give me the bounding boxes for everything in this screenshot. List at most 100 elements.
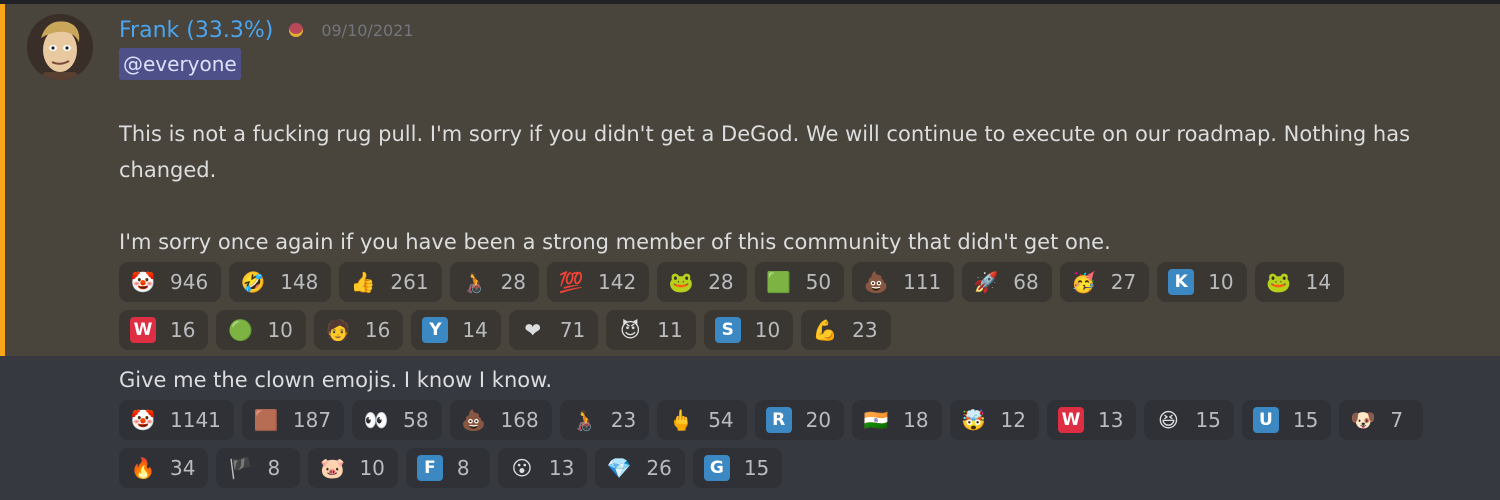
reaction-button[interactable]: 💪 23 bbox=[801, 310, 891, 350]
reaction-count: 8 bbox=[267, 456, 281, 480]
reaction-button[interactable]: 😈 11 bbox=[606, 310, 696, 350]
letter-r-emoji: R bbox=[765, 407, 792, 433]
reaction-button[interactable]: S 10 bbox=[703, 310, 794, 350]
person-orange-emoji: 🧑 bbox=[325, 318, 351, 342]
letter-y-emoji: Y bbox=[422, 317, 449, 343]
reaction-count: 14 bbox=[462, 318, 488, 342]
reaction-count: 11 bbox=[657, 318, 683, 342]
reaction-button[interactable]: 🚀 68 bbox=[962, 262, 1052, 302]
pepe-custom-emoji: 🐸 bbox=[668, 270, 694, 294]
reaction-count: 58 bbox=[403, 408, 429, 432]
reaction-count: 1141 bbox=[170, 408, 221, 432]
user-avatar[interactable] bbox=[27, 14, 93, 80]
reaction-button[interactable]: 🤡 946 bbox=[119, 262, 222, 302]
message-paragraph-1: This is not a fucking rug pull. I'm sorr… bbox=[119, 122, 1411, 182]
partying-face-emoji: 🥳 bbox=[1071, 270, 1097, 294]
avatar-cartoon-icon bbox=[27, 14, 93, 80]
reaction-button[interactable]: W 13 bbox=[1047, 400, 1137, 440]
reaction-button[interactable]: ❤ 71 bbox=[508, 310, 599, 350]
reaction-button[interactable]: 🧑‍🦽 28 bbox=[449, 262, 540, 302]
reaction-count: 261 bbox=[390, 270, 429, 294]
reaction-button[interactable]: F8 bbox=[405, 448, 490, 488]
reaction-button[interactable]: 🔥 34 bbox=[119, 448, 209, 488]
letter-f-emoji: F bbox=[416, 455, 443, 481]
role-badge-icon[interactable] bbox=[289, 23, 304, 37]
middle-finger-emoji: 🖕 bbox=[668, 408, 694, 432]
letter-k-emoji: K bbox=[1168, 269, 1195, 295]
reaction-count: 15 bbox=[743, 456, 770, 480]
reaction-button[interactable]: K 10 bbox=[1157, 262, 1247, 302]
reaction-button[interactable]: 🇮🇳 18 bbox=[852, 400, 942, 440]
reaction-count: 34 bbox=[170, 456, 196, 480]
reaction-button[interactable]: 🧑‍🦽 23 bbox=[559, 400, 650, 440]
custom-face-emoji: 🟫 bbox=[253, 408, 279, 432]
reaction-count: 10 bbox=[359, 456, 385, 480]
reaction-count: 16 bbox=[170, 318, 196, 342]
reaction-count: 13 bbox=[1098, 408, 1124, 432]
reaction-button[interactable]: W 16 bbox=[119, 310, 209, 350]
reaction-button[interactable]: 😮 13 bbox=[497, 448, 588, 488]
red-heart-emoji: ❤ bbox=[524, 318, 542, 342]
reaction-count: 20 bbox=[805, 408, 832, 432]
everyone-mention[interactable]: @everyone bbox=[119, 48, 241, 80]
reaction-button[interactable]: 🥳 27 bbox=[1059, 262, 1150, 302]
smiling-imp-emoji: 😈 bbox=[619, 318, 641, 342]
reaction-button[interactable]: 🐸 14 bbox=[1254, 262, 1345, 302]
reaction-count: 54 bbox=[708, 408, 734, 432]
letter-w-emoji: W bbox=[1058, 407, 1084, 433]
green-custom-emoji: 🟩 bbox=[766, 270, 792, 294]
reaction-button[interactable]: 🤡 1141 bbox=[119, 400, 234, 440]
custom-red-emoji: 🏴 bbox=[228, 456, 253, 480]
reaction-button[interactable]: Y 14 bbox=[411, 310, 501, 350]
reaction-button[interactable]: 🟢 10 bbox=[216, 310, 306, 350]
reaction-button[interactable]: 🐶 7 bbox=[1339, 400, 1424, 440]
reaction-button[interactable]: U 15 bbox=[1241, 400, 1332, 440]
clown-emoji: 🤡 bbox=[130, 270, 156, 294]
reaction-button[interactable]: 🏴 8 bbox=[216, 448, 301, 488]
reaction-button[interactable]: 🐷 10 bbox=[308, 448, 398, 488]
rocket-emoji: 🚀 bbox=[973, 270, 999, 294]
reaction-button[interactable]: 🧑 16 bbox=[313, 310, 404, 350]
followup-message-text: Give me the clown emojis. I know I know. bbox=[119, 368, 553, 392]
reaction-button[interactable]: 💎 26 bbox=[595, 448, 685, 488]
reaction-button[interactable]: 💯 142 bbox=[547, 262, 650, 302]
reaction-count: 26 bbox=[646, 456, 672, 480]
reaction-bar-message-1: 🤡 946 🤣 148 👍 261 🧑‍🦽 28 💯 142 🐸 28 🟩 50 💩 111 🚀 68 🥳 27 K 10… bbox=[119, 262, 1419, 350]
reaction-count: 23 bbox=[610, 408, 637, 432]
reaction-button[interactable]: 💩 168 bbox=[449, 400, 552, 440]
india-flag-emoji: 🇮🇳 bbox=[863, 408, 889, 432]
reaction-button[interactable]: 😆 15 bbox=[1144, 400, 1234, 440]
reaction-button[interactable]: 🟫 187 bbox=[241, 400, 345, 440]
clown-emoji: 🤡 bbox=[130, 408, 156, 432]
reaction-button[interactable]: G 15 bbox=[692, 448, 783, 488]
reaction-button[interactable]: 🐸 28 bbox=[657, 262, 747, 302]
reaction-count: 18 bbox=[903, 408, 929, 432]
message-timestamp[interactable]: 09/10/2021 bbox=[321, 21, 413, 40]
reaction-button[interactable]: 👀 58 bbox=[352, 400, 442, 440]
reaction-button[interactable]: 👍 261 bbox=[339, 262, 442, 302]
reaction-button[interactable]: 💩 111 bbox=[852, 262, 955, 302]
reaction-count: 14 bbox=[1305, 270, 1332, 294]
letter-s-emoji: S bbox=[714, 317, 741, 343]
message-paragraph-2: I'm sorry once again if you have been a … bbox=[119, 230, 1111, 254]
reaction-count: 68 bbox=[1013, 270, 1039, 294]
reaction-button[interactable]: 🖕 54 bbox=[657, 400, 747, 440]
reaction-count: 168 bbox=[500, 408, 539, 432]
reaction-button[interactable]: 🤣 148 bbox=[229, 262, 332, 302]
reaction-count: 27 bbox=[1110, 270, 1137, 294]
reaction-count: 7 bbox=[1390, 408, 1404, 432]
author-name[interactable]: Frank (33.3%) bbox=[119, 18, 273, 43]
green-blob-emoji: 🟢 bbox=[228, 318, 253, 342]
gem-stone-emoji: 💎 bbox=[606, 456, 632, 480]
custom-photo-emoji: 🐶 bbox=[1350, 408, 1376, 432]
reaction-count: 23 bbox=[852, 318, 878, 342]
reaction-bar-message-2: 🤡 1141 🟫 187 👀 58 💩 168 🧑‍🦽 23 🖕 54 R 20 🇮🇳 18 🤯 12 W 13 😆 15… bbox=[119, 400, 1479, 488]
reaction-button[interactable]: 🟩 50 bbox=[754, 262, 845, 302]
letter-u-emoji: U bbox=[1252, 407, 1279, 433]
thumbs-up-emoji: 👍 bbox=[350, 270, 376, 294]
reaction-count: 8 bbox=[456, 456, 470, 480]
reaction-button[interactable]: R 20 bbox=[754, 400, 845, 440]
grinning-squinting-emoji: 😆 bbox=[1158, 408, 1179, 432]
message-header: Frank (33.3%) 09/10/2021 bbox=[119, 14, 414, 46]
reaction-button[interactable]: 🤯 12 bbox=[949, 400, 1039, 440]
